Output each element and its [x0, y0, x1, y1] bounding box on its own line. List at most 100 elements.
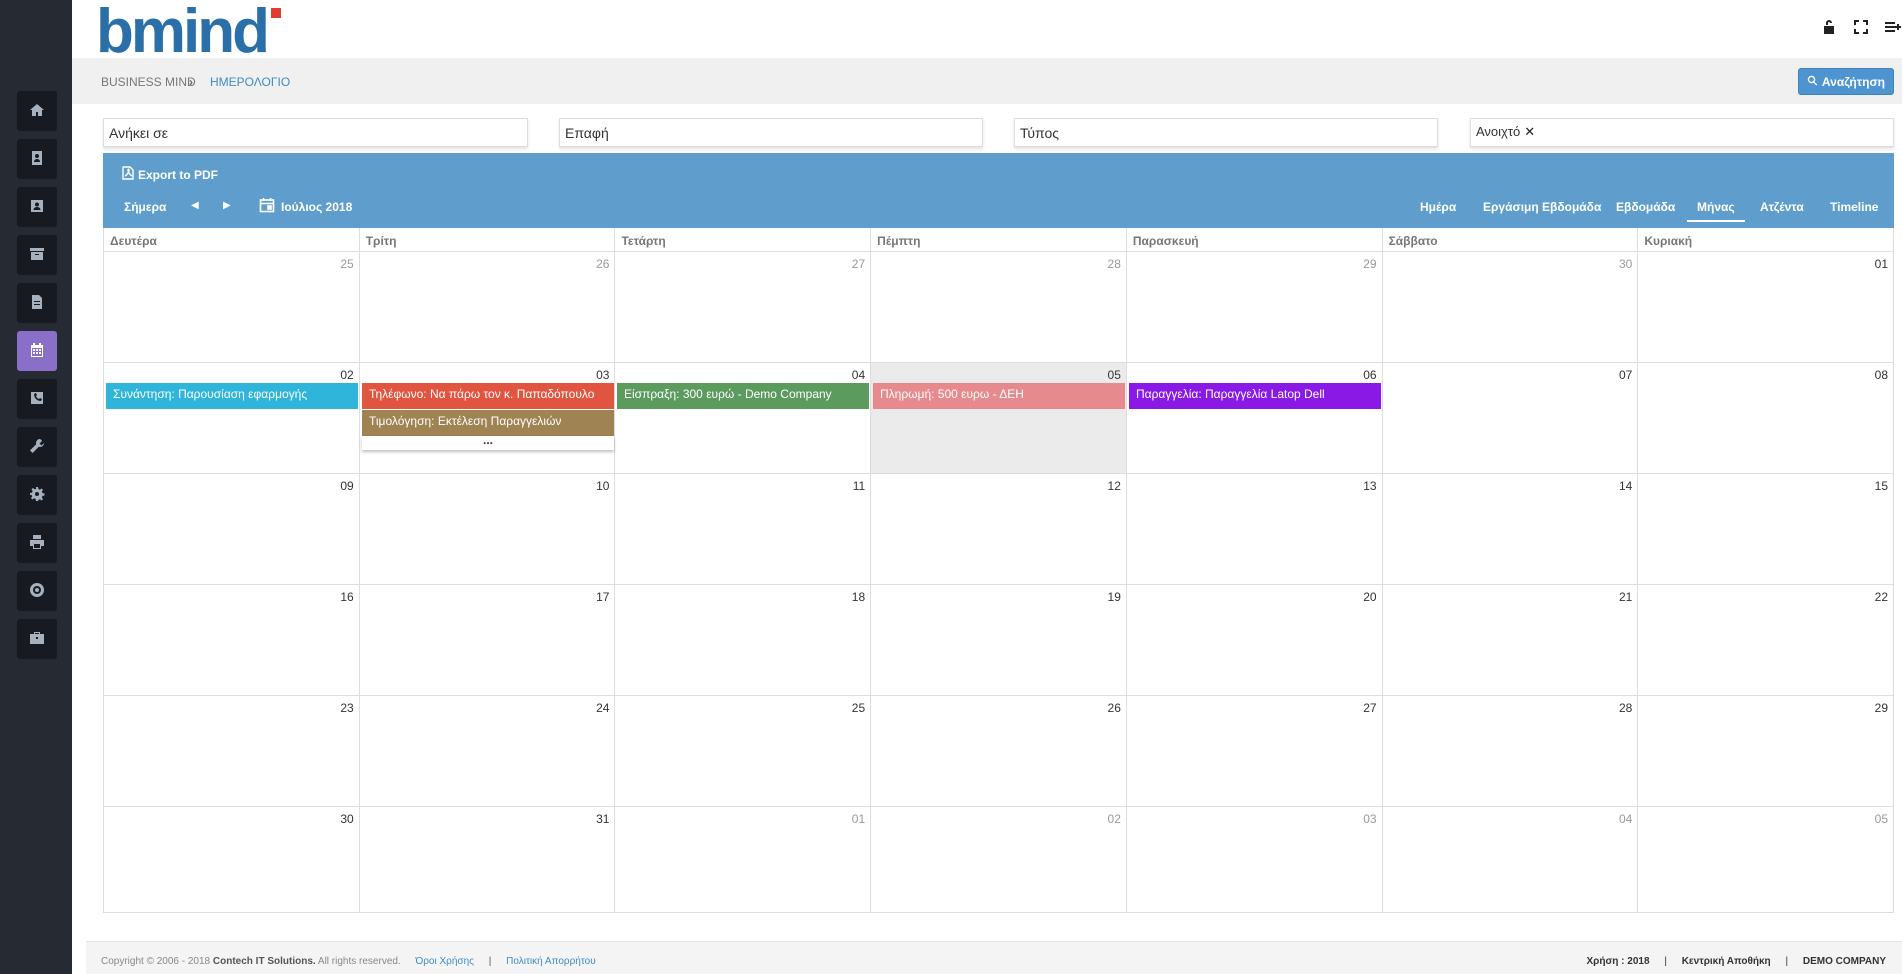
day-cell[interactable]: 06: [1127, 363, 1383, 473]
day-cell[interactable]: 20: [1127, 585, 1383, 695]
sidebar-item-calls[interactable]: [17, 379, 57, 419]
sidebar-item-support[interactable]: [17, 571, 57, 611]
week-row: 02 03 04 05 06 07 08 Συνάντηση: Παρουσία…: [104, 363, 1895, 474]
dow-wednesday: Τετάρτη: [615, 228, 872, 251]
gear-icon: [29, 486, 45, 505]
sidebar-item-home[interactable]: [17, 91, 57, 131]
day-cell[interactable]: 22: [1638, 585, 1895, 695]
sidebar-item-cases[interactable]: [17, 619, 57, 659]
today-button[interactable]: Σήμερα: [124, 200, 166, 214]
contact-filter[interactable]: Επαφή: [559, 118, 983, 147]
footer-separator: |: [488, 956, 492, 967]
day-cell[interactable]: 14: [1383, 474, 1639, 584]
day-cell[interactable]: 03: [1127, 807, 1383, 912]
terms-link[interactable]: Όροι Χρήσης: [416, 956, 474, 967]
day-cell[interactable]: 26: [871, 696, 1127, 806]
day-cell[interactable]: 09: [104, 474, 360, 584]
export-pdf-label: Export to PDF: [138, 167, 218, 182]
sidebar-item-calendar[interactable]: [17, 331, 57, 371]
day-cell[interactable]: 30: [104, 807, 360, 912]
sidebar-item-documents[interactable]: [17, 283, 57, 323]
day-cell[interactable]: 08: [1638, 363, 1895, 473]
unlock-icon[interactable]: [1820, 18, 1838, 36]
sidebar-item-print[interactable]: [17, 523, 57, 563]
day-cell[interactable]: 12: [871, 474, 1127, 584]
sidebar-item-tools[interactable]: [17, 427, 57, 467]
event-order[interactable]: Παραγγελία: Παραγγελία Latop Dell: [1129, 383, 1381, 409]
day-number: 08: [1874, 368, 1889, 382]
day-cell[interactable]: 23: [104, 696, 360, 806]
day-cell[interactable]: 21: [1383, 585, 1639, 695]
day-cell[interactable]: 28: [871, 252, 1127, 362]
day-cell[interactable]: 31: [360, 807, 616, 912]
status-filter[interactable]: Ανοιχτό ✕: [1470, 118, 1894, 147]
address-book-icon: [29, 150, 45, 169]
breadcrumb-root[interactable]: BUSINESS MIND: [101, 75, 196, 89]
type-filter[interactable]: Τύπος: [1014, 118, 1438, 147]
breadcrumb-current[interactable]: ΗΜΕΡΟΛΟΓΙΟ: [210, 75, 290, 89]
menu-add-icon[interactable]: [1884, 18, 1902, 36]
owned-by-filter[interactable]: Ανήκει σε: [103, 118, 528, 147]
date-picker-icon[interactable]: [259, 197, 275, 213]
day-cell[interactable]: 29: [1638, 696, 1895, 806]
day-cell[interactable]: 02: [871, 807, 1127, 912]
more-events-link[interactable]: ...: [362, 434, 614, 450]
home-icon: [29, 102, 45, 121]
search-button[interactable]: Αναζήτηση: [1797, 68, 1894, 95]
day-cell[interactable]: 07: [1383, 363, 1639, 473]
event-phone-call[interactable]: Τηλέφωνο: Να πάρω τον κ. Παπαδόπουλο: [362, 383, 614, 409]
event-meeting[interactable]: Συνάντηση: Παρουσίαση εφαρμογής: [106, 383, 358, 409]
sidebar-item-contacts[interactable]: [17, 187, 57, 227]
search-button-label: Αναζήτηση: [1821, 74, 1885, 89]
next-month-button[interactable]: ▶: [223, 200, 231, 211]
day-cell[interactable]: 04: [1383, 807, 1639, 912]
printer-icon: [29, 534, 45, 553]
fullscreen-icon[interactable]: [1852, 18, 1870, 36]
day-number: 19: [1107, 590, 1121, 604]
day-cell[interactable]: 28: [1383, 696, 1639, 806]
day-cell[interactable]: 16: [104, 585, 360, 695]
sidebar-item-settings[interactable]: [17, 475, 57, 515]
day-cell[interactable]: 24: [360, 696, 616, 806]
view-agenda-tab[interactable]: Ατζέντα: [1760, 200, 1804, 214]
day-cell[interactable]: 02: [104, 363, 360, 473]
current-month-label[interactable]: Ιούλιος 2018: [281, 200, 352, 214]
export-pdf-button[interactable]: Export to PDF: [122, 166, 218, 183]
day-cell[interactable]: 10: [360, 474, 616, 584]
day-cell[interactable]: 29: [1127, 252, 1383, 362]
privacy-link[interactable]: Πολιτική Απορρήτου: [506, 956, 596, 967]
clear-status-icon[interactable]: ✕: [1524, 124, 1535, 139]
day-number: 25: [851, 701, 866, 715]
event-payment[interactable]: Πληρωμή: 500 ευρω - ΔΕΗ: [873, 383, 1125, 409]
today-cell[interactable]: 05: [871, 363, 1127, 473]
sidebar-item-address-book[interactable]: [17, 139, 57, 179]
event-receipt[interactable]: Είσπραξη: 300 ευρώ - Demo Company: [617, 383, 869, 409]
day-cell[interactable]: 27: [1127, 696, 1383, 806]
day-cell[interactable]: 01: [1638, 252, 1895, 362]
view-workweek-tab[interactable]: Εργάσιμη Εβδομάδα: [1483, 200, 1601, 214]
prev-month-button[interactable]: ◀: [191, 200, 199, 211]
view-timeline-tab[interactable]: Timeline: [1830, 200, 1878, 214]
day-cell[interactable]: 25: [615, 696, 872, 806]
view-week-tab[interactable]: Εβδομάδα: [1616, 200, 1675, 214]
view-day-tab[interactable]: Ημέρα: [1420, 200, 1456, 214]
view-month-tab[interactable]: Μήνας: [1687, 200, 1745, 222]
day-cell[interactable]: 19: [871, 585, 1127, 695]
day-cell[interactable]: 27: [615, 252, 872, 362]
day-cell[interactable]: 13: [1127, 474, 1383, 584]
day-cell[interactable]: 11: [615, 474, 872, 584]
day-cell[interactable]: 17: [360, 585, 616, 695]
contact-card-icon: [29, 198, 45, 217]
day-cell[interactable]: 26: [360, 252, 616, 362]
day-cell[interactable]: 18: [615, 585, 872, 695]
day-cell[interactable]: 30: [1383, 252, 1639, 362]
company-credit: Contech IT Solutions.: [212, 956, 316, 967]
day-cell[interactable]: 05: [1638, 807, 1895, 912]
calendar-toolbar: Export to PDF Σήμερα ◀ ▶ Ιούλιος 2018 Ημ…: [103, 153, 1894, 228]
day-cell[interactable]: 25: [104, 252, 360, 362]
sidebar-item-archive[interactable]: [17, 235, 57, 275]
day-cell[interactable]: 15: [1638, 474, 1895, 584]
day-cell[interactable]: 01: [615, 807, 872, 912]
day-cell[interactable]: 04: [615, 363, 872, 473]
dow-thursday: Πέμπτη: [871, 228, 1127, 251]
